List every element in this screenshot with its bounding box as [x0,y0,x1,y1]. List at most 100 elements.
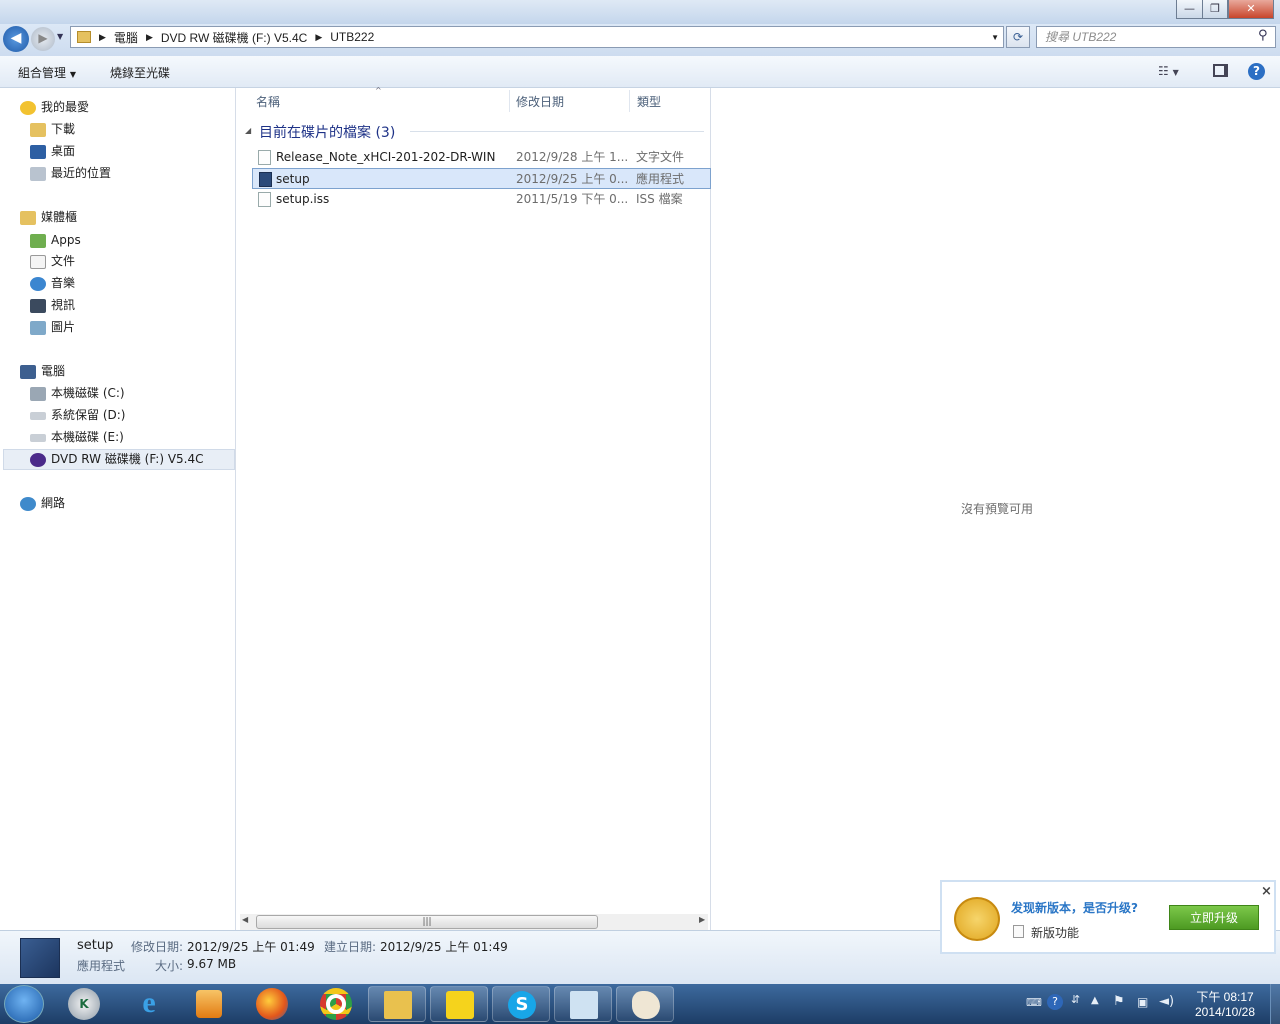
remote-desktop-icon [570,991,598,1019]
start-orb-icon[interactable] [4,985,44,1023]
column-divider[interactable] [509,90,510,112]
nav-item-apps[interactable]: Apps [30,230,81,250]
nav-item-videos[interactable]: 視訊 [30,295,75,315]
nav-favorites[interactable]: 我的最愛 [20,97,89,117]
star-icon [20,100,36,115]
text-file-icon [258,150,271,165]
media-player-icon[interactable] [196,990,222,1018]
tray-date[interactable]: 2014/10/28 [1186,1005,1264,1019]
forward-button[interactable]: ▶ [31,27,55,51]
nav-item-label: Apps [51,233,81,247]
breadcrumb-separator[interactable]: ▶ [99,32,106,43]
nav-item-label: 視訊 [51,298,76,312]
computer-icon [20,364,36,379]
tray-time[interactable]: 下午 08:17 [1190,988,1260,1005]
close-button[interactable]: ✕ [1228,0,1274,19]
kaspersky-icon[interactable]: K [68,988,100,1020]
firefox-icon[interactable] [256,988,288,1020]
file-row-selected[interactable]: setup 2012/9/25 上午 0... 應用程式 [252,168,711,189]
nav-item-desktop[interactable]: 桌面 [30,141,75,161]
search-input[interactable]: 搜尋 UTB222 [1036,26,1276,48]
details-modified-value: 2012/9/25 上午 01:49 [187,940,315,954]
scroll-right-arrow[interactable]: ▶ [699,915,705,924]
minimize-button[interactable]: — [1176,0,1203,19]
address-dropdown-icon[interactable]: ▼ [991,33,999,42]
nav-item-drive-e[interactable]: 本機磁碟 (E:) [30,427,124,447]
file-date: 2012/9/25 上午 0... [516,172,629,186]
nav-item-music[interactable]: 音樂 [30,273,75,293]
view-options-icon[interactable]: ☷ ▼ [1158,64,1179,78]
nav-network[interactable]: 網路 [20,493,65,513]
group-header[interactable]: 目前在碟片的檔案 (3) [259,122,395,142]
nav-item-label: 系統保留 (D:) [51,408,126,422]
taskbar-remote-desktop[interactable] [554,986,612,1022]
notification-close-icon[interactable]: × [1261,884,1272,899]
nav-item-drive-c[interactable]: 本機磁碟 (C:) [30,383,125,403]
nav-item-recent[interactable]: 最近的位置 [30,163,111,183]
action-center-flag-icon[interactable]: ⚑ [1113,994,1125,1009]
taskbar-explorer[interactable] [368,986,426,1022]
recent-pages-dropdown[interactable]: ▼ [57,32,63,41]
column-divider[interactable] [629,90,630,112]
breadcrumb-separator[interactable]: ▶ [315,32,322,43]
taskbar-paint[interactable] [616,986,674,1022]
back-button[interactable]: ◀ [3,26,29,52]
library-icon [20,210,36,225]
refresh-button[interactable]: ⟳ [1006,26,1030,48]
nav-item-pictures[interactable]: 圖片 [30,317,75,337]
scroll-left-arrow[interactable]: ◀ [242,915,248,924]
details-file-name: setup [77,938,114,953]
nav-item-label: 本機磁碟 (C:) [51,386,125,400]
column-header-type[interactable]: 類型 [637,92,661,112]
nav-item-documents[interactable]: 文件 [30,251,75,271]
network-icon [20,496,36,511]
help-icon[interactable]: ? [1248,63,1265,80]
maximize-button[interactable]: ❐ [1202,0,1228,19]
address-box[interactable]: ▶ 電腦 ▶ DVD RW 磁碟機 (F:) V5.4C ▶ UTB222 ▼ [70,26,1004,48]
nav-item-label: 文件 [51,254,76,268]
internet-explorer-icon[interactable]: e [133,986,165,1020]
command-bar [0,56,1280,88]
nav-item-drive-d[interactable]: 系統保留 (D:) [30,405,125,425]
nav-item-downloads[interactable]: 下載 [30,119,75,139]
nav-computer-label: 電腦 [41,364,66,378]
new-features-link[interactable]: 新版功能 [1031,924,1079,941]
upgrade-now-button[interactable]: 立即升级 [1169,905,1259,930]
column-header-date[interactable]: 修改日期 [516,92,564,112]
burn-button[interactable]: 燒錄至光碟 [110,64,170,81]
breadcrumb-computer[interactable]: 電腦 [114,29,138,46]
taskbar-skype[interactable]: S [492,986,550,1022]
file-name: setup.iss [276,192,330,206]
taskbar-yellow-app[interactable] [430,986,488,1022]
column-header-name[interactable]: 名稱 [256,92,280,112]
volume-icon[interactable]: ◄) [1159,994,1174,1009]
nav-computer[interactable]: 電腦 [20,361,65,381]
show-hidden-icons[interactable]: ▲ [1091,995,1099,1006]
breadcrumb-dvd-drive[interactable]: DVD RW 磁碟機 (F:) V5.4C [161,29,307,46]
network-tray-icon[interactable]: ▣ [1137,995,1148,1009]
keyboard-icon[interactable]: ⌨ [1026,996,1042,1009]
documents-icon [30,254,46,269]
chrome-icon[interactable] [320,988,352,1020]
file-row[interactable]: setup.iss 2011/5/19 下午 0... ISS 檔案 [252,189,711,210]
organize-button[interactable]: 組合管理 ▼ [18,64,76,81]
scrollbar-thumb[interactable]: ||| [256,915,598,929]
nav-libraries[interactable]: 媒體櫃 [20,207,77,227]
drive-icon [30,433,46,442]
title-bar[interactable] [0,0,1280,24]
help-tray-icon[interactable]: ? [1047,994,1063,1010]
show-desktop-button[interactable] [1270,984,1280,1024]
breadcrumb-utb222[interactable]: UTB222 [330,30,374,44]
breadcrumb-separator[interactable]: ▶ [146,32,153,43]
paint-icon [632,991,660,1019]
nav-item-drive-f[interactable]: DVD RW 磁碟機 (F:) V5.4C [30,449,204,469]
search-icon[interactable]: ⚲ [1258,28,1268,43]
nav-favorites-label: 我的最愛 [41,100,90,114]
yellow-app-icon [446,991,474,1019]
preview-pane-icon[interactable] [1213,64,1228,77]
group-collapse-icon[interactable]: ◢ [245,126,251,135]
file-row[interactable]: Release_Note_xHCI-201-202-DR-WIN 2012/9/… [252,147,711,168]
nav-item-label: 最近的位置 [51,166,112,180]
file-date: 2011/5/19 下午 0... [516,192,629,206]
input-method-icon[interactable]: ⇵ [1071,993,1080,1006]
